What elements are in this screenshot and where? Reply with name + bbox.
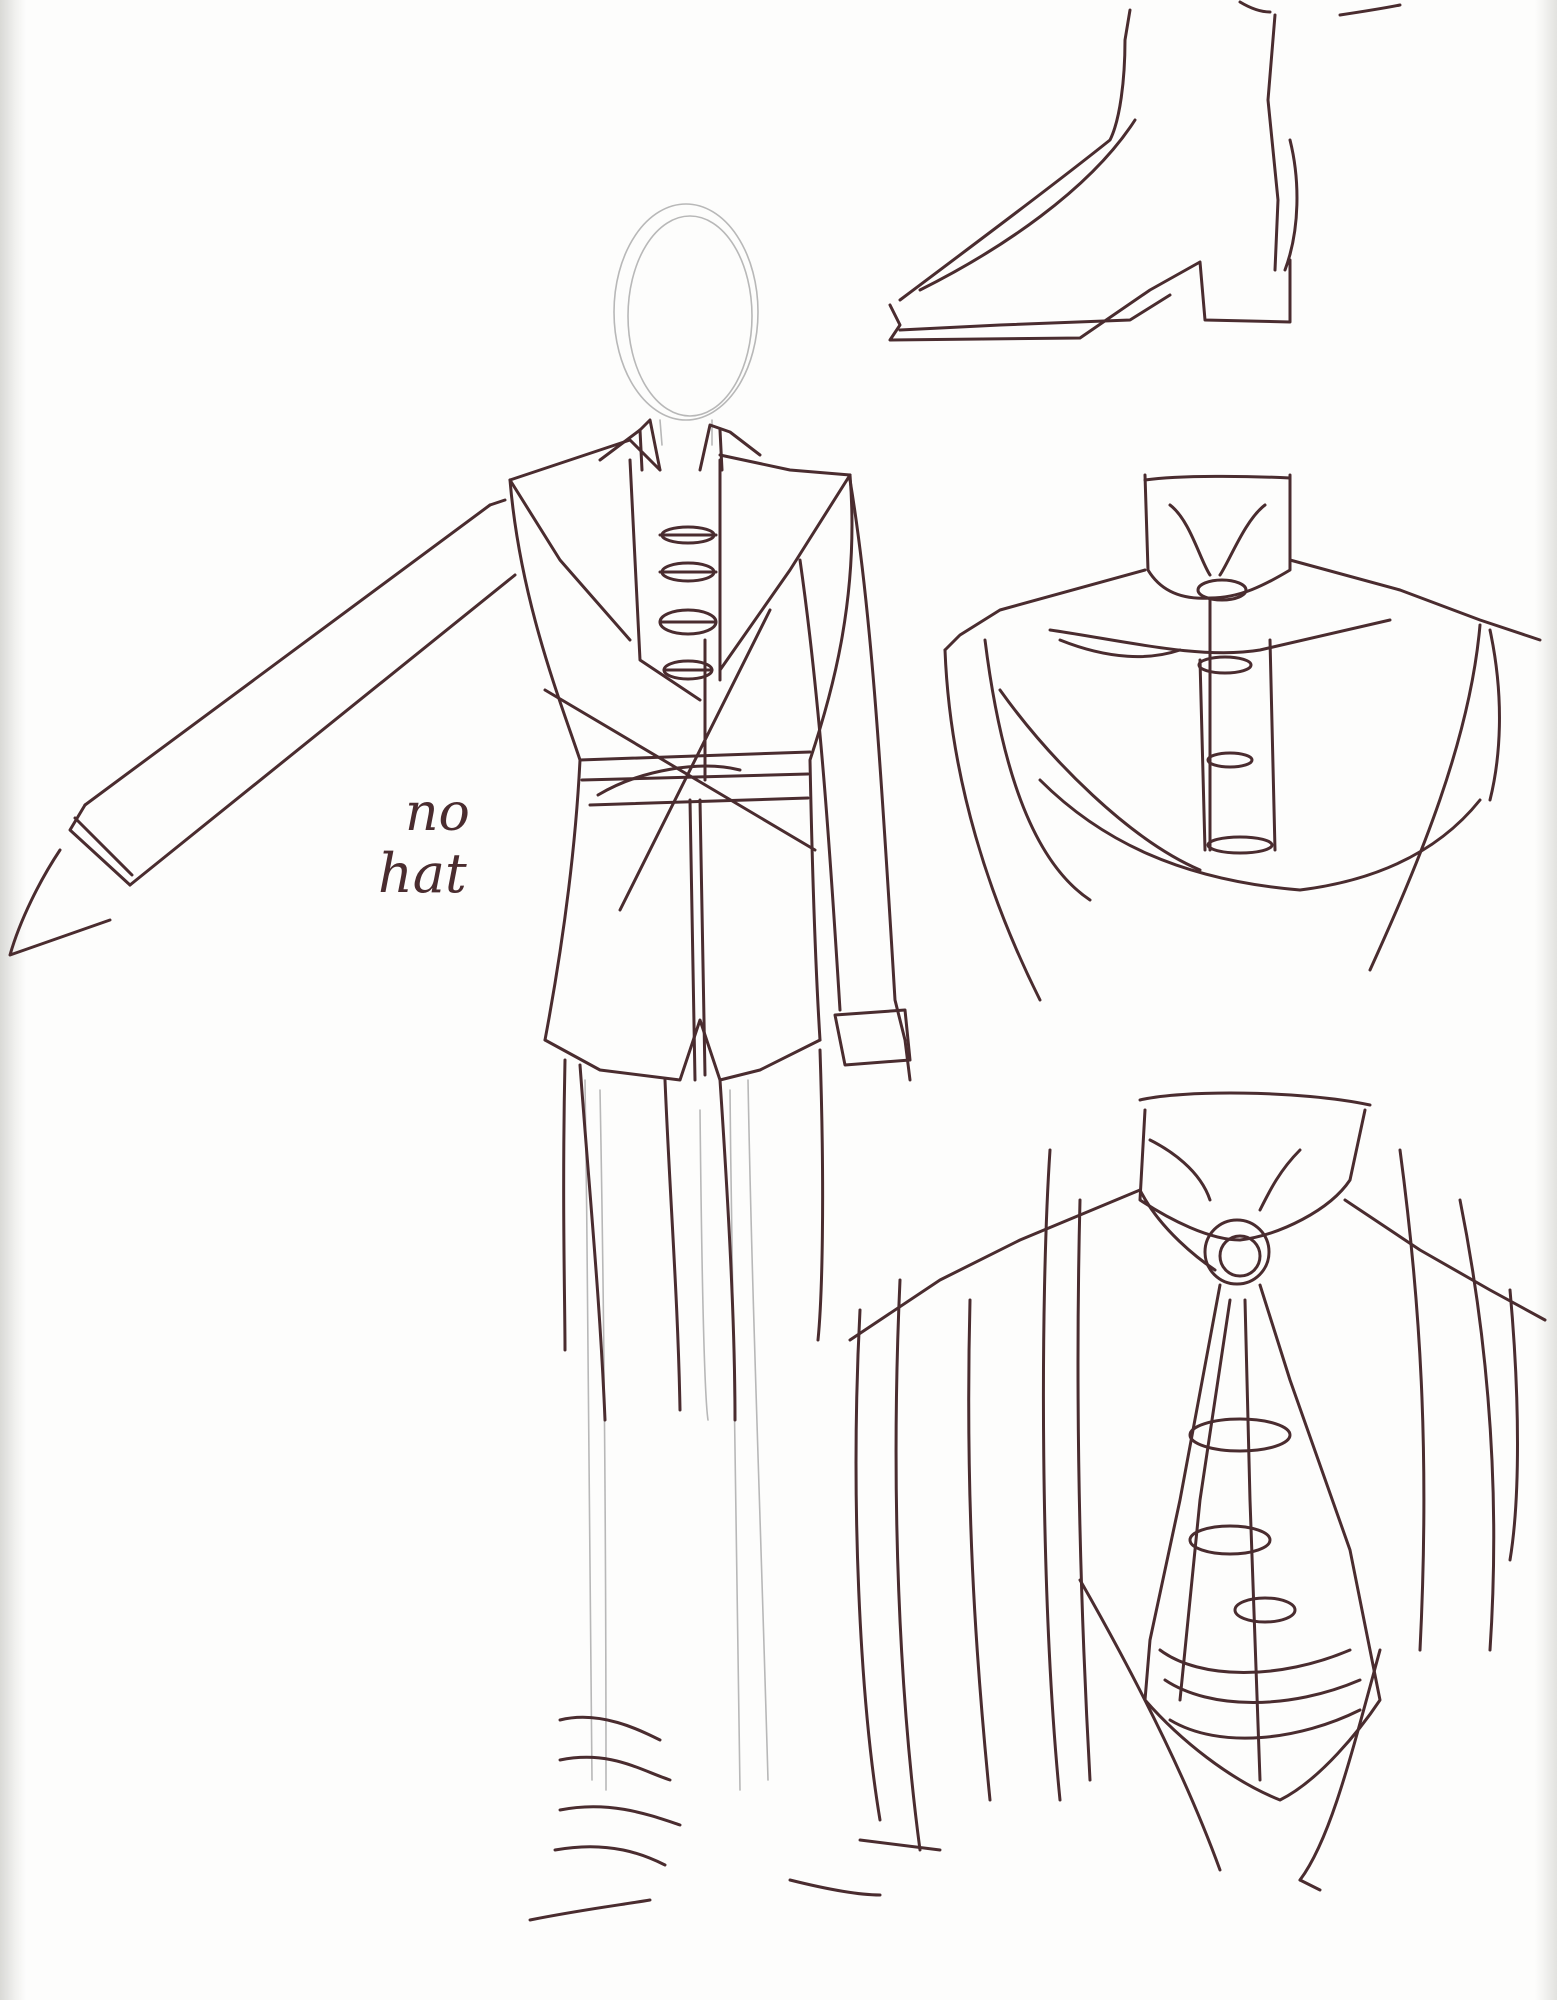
note-line-1: no bbox=[405, 783, 470, 843]
jacket-drawing bbox=[8, 418, 912, 1422]
pencil-head-outline bbox=[613, 203, 759, 446]
full-figure-drawing: no hat bbox=[8, 203, 942, 1922]
handwritten-note: no hat bbox=[378, 783, 470, 905]
sketchbook-page: no hat bbox=[0, 0, 1557, 2000]
pencil-legs bbox=[584, 1079, 769, 1791]
costume-sketch: no hat bbox=[8, 0, 1547, 1922]
cravat-detail-drawing bbox=[848, 1091, 1547, 1892]
note-line-2: hat bbox=[378, 842, 467, 905]
boot-detail-drawing bbox=[888, 0, 1402, 342]
collar-front-detail-drawing bbox=[943, 473, 1542, 1002]
